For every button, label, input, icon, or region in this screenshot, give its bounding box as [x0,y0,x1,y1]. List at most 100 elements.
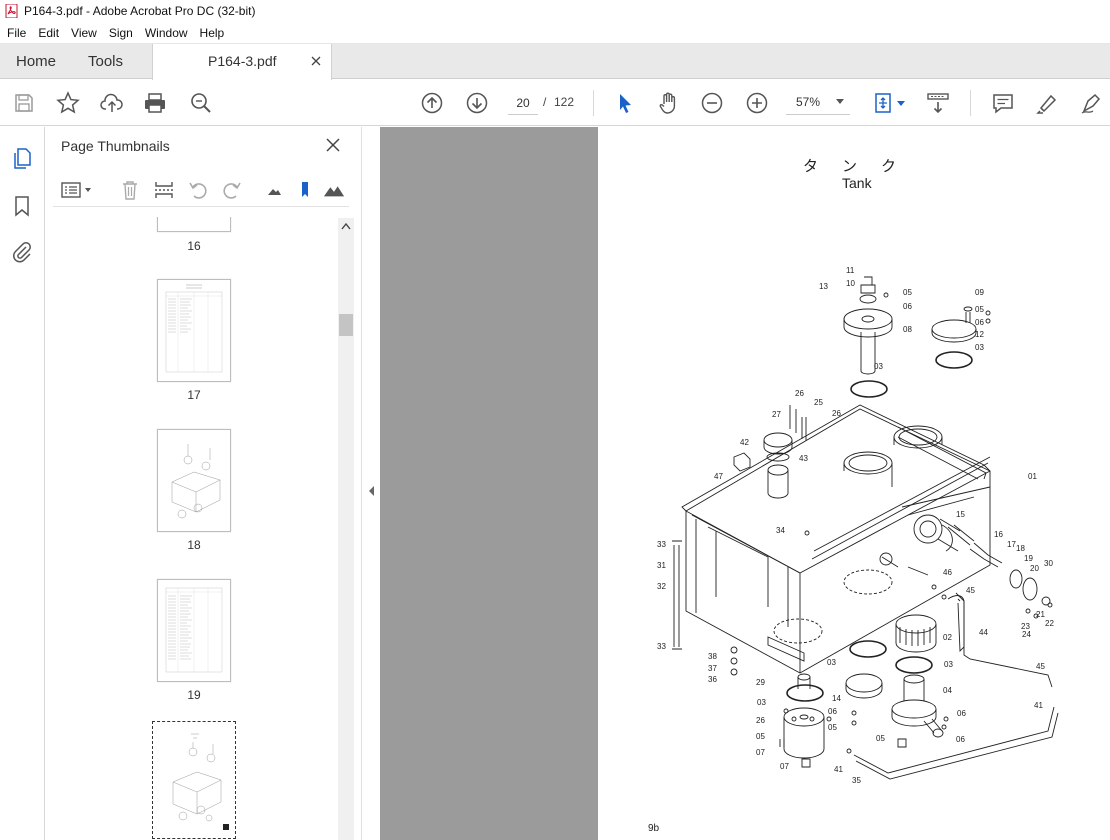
part-label: 08 [903,325,912,334]
upload-cloud-icon [100,93,123,112]
page-number-input[interactable] [508,91,538,115]
mountain-small-icon [268,189,281,195]
close-icon[interactable] [325,137,341,153]
next-page-button[interactable] [465,91,489,115]
menu-view[interactable]: View [65,22,103,44]
page-code: 9b [648,823,660,834]
thumbnail-scrollbar[interactable] [338,218,354,840]
part-label: 24 [1022,630,1031,639]
part-label: 42 [740,438,749,447]
tab-home[interactable]: Home [16,44,56,79]
thumbnail-page[interactable] [157,217,231,232]
part-label: 27 [772,410,781,419]
part-label: 06 [903,302,912,311]
part-label: 06 [828,707,837,716]
collapse-left-icon[interactable] [368,485,375,497]
hand-tool-button[interactable] [656,91,680,115]
menu-sign[interactable]: Sign [103,22,139,44]
thumbnail-label: 17 [187,388,201,402]
document-viewport[interactable]: タンク Tank 11 13 10 05 06 08 09 05 06 12 0… [380,127,1110,840]
rotate-right-button[interactable] [221,179,243,201]
document-tab-label: P164-3.pdf [208,53,277,69]
tab-bar: Home Tools P164-3.pdf [0,44,1110,80]
save-icon [15,94,33,112]
insert-page-button[interactable] [153,179,175,201]
part-label: 03 [827,658,836,667]
close-icon[interactable] [309,54,323,68]
fit-page-icon [875,93,891,113]
upload-button[interactable] [100,91,124,115]
part-label: 26 [832,409,841,418]
menu-help[interactable]: Help [194,22,231,44]
thumbnail-page-selected[interactable] [152,721,236,839]
part-label: 30 [1044,559,1053,568]
part-label: 33 [657,642,666,651]
rotate-left-button[interactable] [187,179,209,201]
trash-icon [123,181,137,200]
chevron-up-icon[interactable] [341,222,351,230]
tab-document[interactable]: P164-3.pdf [152,44,332,80]
thumbnail-page[interactable] [157,579,231,682]
search-button[interactable] [189,91,213,115]
thumbnail-page[interactable] [157,279,231,382]
part-label: 06 [956,735,965,744]
scrollbar-thumb[interactable] [339,314,353,336]
part-label: 10 [846,279,855,288]
part-label: 38 [708,652,717,661]
chevron-down-icon [836,99,844,104]
zoom-in-button[interactable] [745,91,769,115]
part-label: 29 [756,678,765,687]
thumbnail-list[interactable]: 16 17 18 19 [45,217,361,840]
save-button[interactable] [12,91,36,115]
part-label: 05 [756,732,765,741]
tab-tools[interactable]: Tools [88,44,123,79]
part-label: 05 [903,288,912,297]
scroll-mode-button[interactable] [926,91,950,115]
window-title: P164-3.pdf - Adobe Acrobat Pro DC (32-bi… [24,4,256,18]
bookmark-star-button[interactable] [56,91,80,115]
bookmarks-button[interactable] [10,194,34,218]
sign-pen-icon [1081,93,1101,114]
attachments-button[interactable] [10,240,34,264]
print-button[interactable] [143,91,167,115]
part-label: 03 [975,343,984,352]
zoom-dropdown[interactable]: 57% [786,91,850,115]
menu-window[interactable]: Window [139,22,194,44]
page-down-icon [466,92,488,114]
part-label: 46 [943,568,952,577]
panel-splitter[interactable] [361,127,380,840]
options-menu-button[interactable] [59,179,95,201]
left-rail [0,127,45,840]
delete-page-button[interactable] [119,179,141,201]
part-label: 41 [834,765,843,774]
reduce-thumbnails-button[interactable] [263,179,285,201]
paperclip-icon [13,242,31,263]
part-label: 12 [975,330,984,339]
rotate-left-icon [189,182,207,199]
comment-button[interactable] [991,91,1015,115]
select-arrow-icon [620,94,631,113]
sign-button[interactable] [1080,91,1104,115]
part-label: 16 [994,530,1003,539]
thumbnail-page[interactable] [157,429,231,532]
previous-page-button[interactable] [420,91,444,115]
star-icon [56,91,80,114]
part-label: 02 [943,633,952,642]
part-label: 19 [1024,554,1033,563]
page-insert-icon [155,182,173,198]
bookmark-marker-button[interactable] [294,179,316,201]
bookmark-icon [15,196,29,217]
menu-edit[interactable]: Edit [32,22,65,44]
chevron-down-icon[interactable] [897,101,905,107]
enlarge-thumbnails-button[interactable] [323,179,345,201]
menu-file[interactable]: File [0,22,32,44]
toolbar-separator [970,90,971,116]
zoom-out-button[interactable] [700,91,724,115]
part-label: 04 [943,686,952,695]
page-thumbnails-button[interactable] [10,147,34,171]
page-up-icon [421,92,443,114]
part-label: 32 [657,582,666,591]
select-tool-button[interactable] [613,91,637,115]
fit-page-button[interactable] [872,91,896,115]
highlight-button[interactable] [1035,91,1059,115]
